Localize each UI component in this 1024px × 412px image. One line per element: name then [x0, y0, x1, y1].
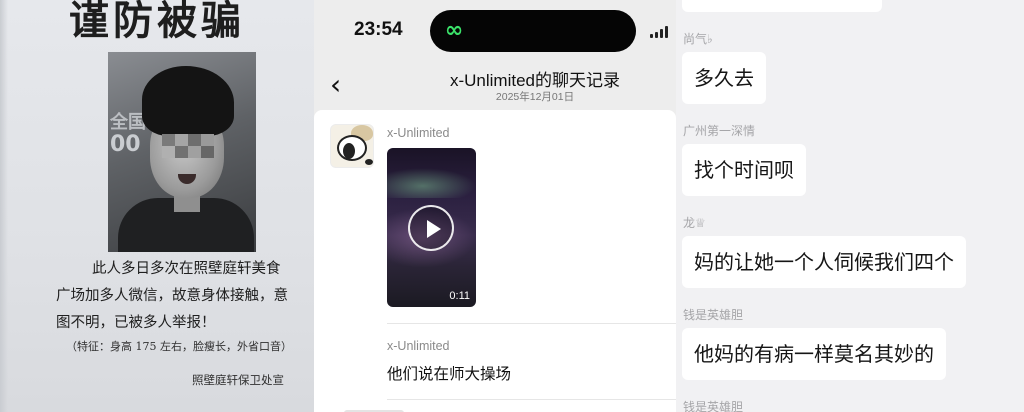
chat-record-date: 2025年12月01日: [495, 91, 575, 103]
message-bubble: [682, 0, 882, 12]
message-bubble[interactable]: 找个时间呗: [682, 144, 806, 196]
photo-background-sign: 全国: [110, 112, 146, 133]
message-bubble[interactable]: 妈的让她一个人伺候我们四个: [682, 236, 966, 288]
member-name: 尚气♭: [683, 32, 713, 46]
poster-body-line: 此人多日多次在照壁庭轩美食: [92, 261, 281, 277]
message-text[interactable]: 他们说在师大操场: [387, 362, 511, 384]
chat-record-list: x-Unlimited 0:11 x-Unlimited 他们说在师大操场: [314, 110, 676, 412]
divider: [387, 323, 676, 324]
play-icon[interactable]: [408, 205, 454, 251]
video-message[interactable]: 0:11: [387, 148, 476, 307]
member-name: 钱是英雄胆: [683, 400, 744, 412]
avatar[interactable]: [330, 124, 374, 168]
poster-body-line: 广场加多人微信，故意身体接触，意: [56, 288, 288, 304]
message-bubble[interactable]: 他妈的有病一样莫名其妙的: [682, 328, 946, 380]
group-chat-screenshot: 尚气♭ 多久去 广州第一深情 找个时间呗 龙♕ 妈的让她一个人伺候我们四个 钱是…: [676, 0, 1024, 412]
avatar-dog-icon: [337, 135, 373, 165]
status-bar-time: 23:54: [354, 19, 403, 40]
poster-title: 谨防被骗: [69, 0, 245, 44]
photo-hair: [142, 66, 234, 136]
message-sender: x-Unlimited: [387, 339, 450, 353]
poster-body-line: 图不明，已被多人举报！: [56, 315, 216, 331]
poster-feature-note: （特征：身高 175 左右，脸瘦长，外省口音）: [66, 340, 292, 353]
message-sender: x-Unlimited: [387, 126, 450, 140]
video-duration: 0:11: [449, 290, 470, 302]
suspect-photo: 全国 00: [108, 52, 256, 252]
face-mosaic: [162, 134, 214, 158]
message-bubble[interactable]: 多久去: [682, 52, 766, 104]
member-name: 广州第一深情: [683, 124, 756, 138]
back-arrow-icon[interactable]: ‹: [330, 70, 350, 100]
phone-chat-screen: 23:54 ∞ ‹ x-Unlimited的聊天记录 2025年12月01日 x…: [314, 0, 676, 412]
photo-background-sign-number: 00: [110, 132, 141, 157]
divider: [387, 399, 676, 400]
signal-icon: [650, 26, 672, 38]
poster-signature: 照壁庭轩保卫处宣: [192, 373, 284, 387]
app-logo-icon: ∞: [444, 18, 464, 43]
member-name: 龙♕: [683, 216, 706, 230]
warning-poster: 谨防被骗 全国 00 此人多日多次在照壁庭轩美食 广场加多人微信，故意身体接触，…: [0, 0, 314, 412]
member-name: 钱是英雄胆: [683, 308, 744, 322]
chat-record-title: x-Unlimited的聊天记录: [449, 71, 621, 90]
dynamic-island: ∞: [430, 10, 636, 52]
poster-body-text: 此人多日多次在照壁庭轩美食 广场加多人微信，故意身体接触，意 图不明，已被多人举…: [56, 256, 308, 337]
